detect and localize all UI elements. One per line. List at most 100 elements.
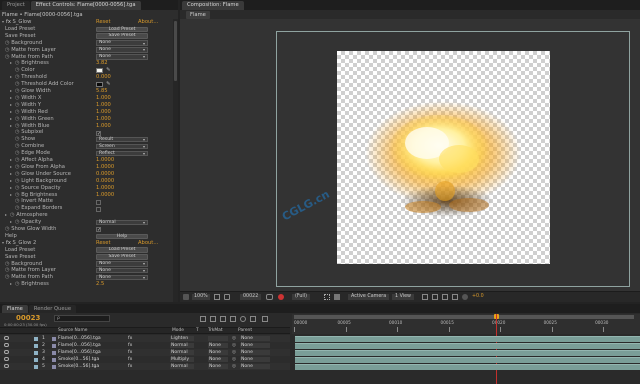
tab-project[interactable]: Project [2,1,30,10]
frame-blending-icon[interactable] [230,316,236,322]
property-value[interactable]: 1.000 [96,102,111,109]
layer-trkmat-dropdown[interactable]: None [208,357,228,362]
property-checkbox[interactable]: ✓ [96,227,101,233]
layer-row[interactable]: 5 Smoke[0...56].tga fx Normal None ◎ None [0,363,290,370]
property-value[interactable]: 1.000 [96,109,111,116]
pickwhip-icon[interactable]: ◎ [232,342,236,349]
pickwhip-icon[interactable]: ◎ [232,335,236,342]
property-dropdown[interactable]: None [96,54,148,60]
exposure-value[interactable]: +0.0 [472,294,484,300]
tab-composition[interactable]: Composition: Flame [182,1,244,10]
expand-triangle-icon[interactable] [10,90,13,92]
expand-triangle-icon[interactable] [10,117,13,120]
property-value[interactable]: 1.0000 [96,164,114,171]
expand-triangle-icon[interactable] [10,221,13,224]
layer-parent-dropdown[interactable]: None [240,343,270,348]
region-of-interest-icon[interactable] [324,294,330,300]
layer-row[interactable]: 2 Flame[0...056].tga fx Normal None ◎ None [0,342,290,349]
layer-trkmat-dropdown[interactable] [208,336,228,341]
column-source-name[interactable]: Source Name [58,328,87,334]
property-dropdown[interactable]: Result [96,136,148,143]
draft-3d-icon[interactable] [210,316,216,322]
video-eye-icon[interactable] [4,343,9,347]
camera-dropdown[interactable]: Active Camera [348,294,390,300]
expand-triangle-icon[interactable] [10,186,13,189]
graph-editor-icon[interactable] [262,316,268,322]
eyedropper-icon[interactable]: ✎ [106,81,110,88]
expand-triangle-icon[interactable] [10,193,13,196]
property-checkbox[interactable]: ✓ [96,130,101,136]
column-mode[interactable]: Mode [172,328,184,334]
toggle-pixel-aspect-icon[interactable] [422,294,428,300]
layer-row[interactable]: 1 Flame[0...056].tga fx Lighten ◎ None [0,335,290,342]
about-link[interactable]: About... [138,19,158,26]
preset-button[interactable]: Load Preset [96,247,148,253]
layer-source-name[interactable]: Flame[0...056].tga [58,335,101,342]
property-dropdown[interactable]: None [96,268,148,274]
property-value[interactable]: 0.0000 [96,178,114,185]
eyedropper-icon[interactable]: ✎ [106,67,110,74]
fx-switch-icon[interactable]: fx [128,349,132,356]
show-channel-icon[interactable] [278,294,284,300]
effect-header-1[interactable]: fx S_Glow Reset About... [0,19,173,26]
property-dropdown[interactable]: None [96,40,148,46]
snapshot-icon[interactable] [224,294,230,300]
property-dropdown[interactable]: Reflect [96,150,148,157]
layer-source-name[interactable]: Smoke[0...56].tga [58,363,99,370]
current-time[interactable]: 00023 [16,314,40,322]
disclosure-triangle-icon[interactable] [2,241,4,245]
comp-viewer[interactable]: CGLG.cn [180,19,640,291]
video-eye-icon[interactable] [4,336,9,340]
property-value[interactable]: 1.0000 [96,157,114,164]
tab-effect-controls[interactable]: Effect Controls: Flame[0000-0056].tga [30,1,141,10]
preset-button[interactable]: Save Preset [96,254,148,260]
subtab-flame[interactable]: Flame [186,11,210,19]
expand-triangle-icon[interactable] [10,179,13,182]
property-value[interactable]: 0.0000 [96,171,114,178]
pickwhip-icon[interactable]: ◎ [232,356,236,363]
pickwhip-icon[interactable]: ◎ [232,363,236,370]
layer-duration-bar[interactable] [295,356,640,363]
zoom-dropdown[interactable]: 100% [192,294,210,300]
layer-source-name[interactable]: Flame[0...056].tga [58,349,101,356]
video-eye-icon[interactable] [4,350,9,354]
property-value[interactable]: 1.000 [96,116,111,123]
expand-triangle-icon[interactable] [10,96,13,99]
expand-triangle-icon[interactable] [10,110,13,113]
camera-snapshot-icon[interactable] [266,294,273,300]
layer-parent-dropdown[interactable]: None [240,350,270,355]
fx-switch-icon[interactable]: fx [128,356,132,363]
layer-parent-dropdown[interactable]: None [240,336,270,341]
property-dropdown[interactable]: None [96,47,148,53]
layer-parent-dropdown[interactable]: None [240,364,270,369]
effect-name[interactable]: fx S_Glow 2 [2,240,36,247]
expand-triangle-icon[interactable] [5,214,8,217]
expand-triangle-icon[interactable] [10,103,13,106]
layer-duration-bar[interactable] [295,349,640,356]
fx-switch-icon[interactable]: fx [128,363,132,370]
expand-triangle-icon[interactable] [10,172,13,175]
layer-mode-dropdown[interactable]: Normal [170,350,194,355]
scrollbar-thumb[interactable] [174,21,177,81]
layer-mode-dropdown[interactable]: Normal [170,364,194,369]
layer-source-name[interactable]: Flame[0...056].tga [58,342,101,349]
property-value[interactable]: 1.000 [96,95,111,102]
layer-row[interactable]: 4 Smoke[0...56].tga fx Multiply None ◎ None [0,356,290,363]
time-ruler[interactable]: 00000 00005 00010 00015 00020 00025 00030 [292,314,640,334]
reset-exposure-icon[interactable] [462,294,468,300]
about-link[interactable]: About... [138,240,158,247]
views-dropdown[interactable]: 1 View [392,294,414,300]
fast-preview-icon[interactable] [432,294,438,300]
expand-triangle-icon[interactable] [10,62,13,65]
layer-trkmat-dropdown[interactable]: None [208,350,228,355]
effect-name[interactable]: fx S_Glow [2,19,31,26]
reset-link[interactable]: Reset [96,19,111,26]
disclosure-triangle-icon[interactable] [2,21,4,24]
reset-link[interactable]: Reset [96,240,111,247]
label-color-swatch[interactable] [34,364,38,369]
transparency-grid-icon[interactable] [334,294,340,300]
property-checkbox[interactable] [96,206,101,212]
property-dropdown[interactable]: None [96,261,148,267]
expand-triangle-icon[interactable] [10,165,13,168]
label-color-swatch[interactable] [34,343,38,348]
